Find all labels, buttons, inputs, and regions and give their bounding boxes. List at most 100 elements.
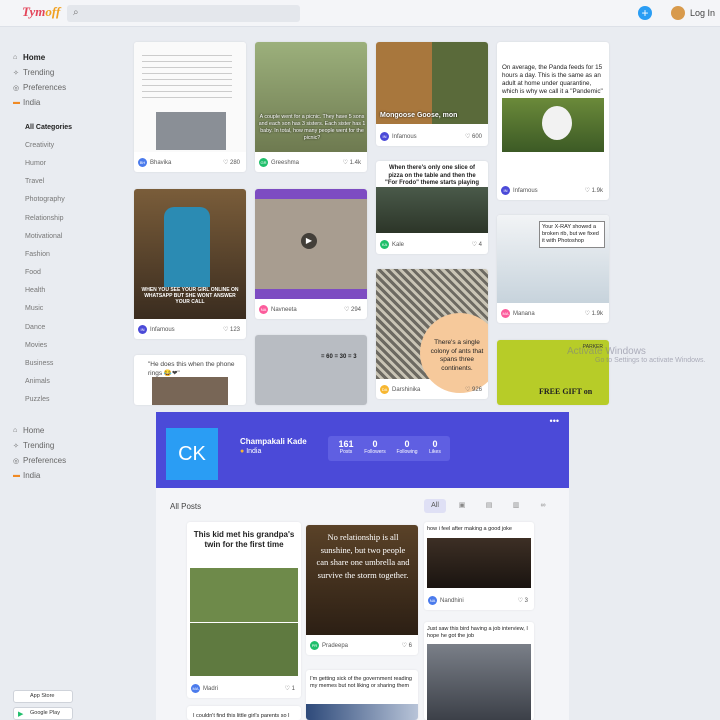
category-creativity[interactable]: Creativity — [0, 136, 88, 154]
author-name[interactable]: Navneeta — [271, 307, 297, 313]
post-caption: "He does this when the phone rings 😂❤" — [148, 361, 235, 377]
post-footer: DA Darshinika ♡ 926 — [376, 381, 488, 399]
post-card[interactable]: A couple went for a picnic. They have 5 … — [255, 42, 367, 172]
profile-location: ● India — [240, 448, 262, 455]
category-animals[interactable]: Animals — [0, 373, 88, 391]
like-count[interactable]: ♡ 123 — [223, 326, 240, 333]
search-input[interactable]: ⌕ — [67, 5, 300, 22]
trending-icon: ✧ — [13, 69, 19, 77]
sidebar-item-home[interactable]: ⌂ Home — [0, 423, 88, 438]
author-name[interactable]: Infamous — [513, 188, 538, 194]
post-card[interactable]: When there's only one slice of pizza on … — [376, 161, 488, 254]
category-food[interactable]: Food — [0, 264, 88, 282]
filter-image-icon[interactable]: ▣ — [451, 499, 473, 513]
post-card[interactable]: This kid met his grandpa's twin for the … — [187, 522, 301, 698]
post-card[interactable]: On average, the Panda feeds for 15 hours… — [497, 42, 609, 200]
post-card[interactable]: WHEN YOU SEE YOUR GIRL ONLINE ON WHATSAP… — [134, 189, 246, 339]
author-avatar: GR — [259, 158, 268, 167]
sidebar-item-home[interactable]: ⌂ Home — [0, 50, 88, 65]
post-footer: MA Manana ♡ 1.9k — [497, 305, 609, 323]
app-store-badge[interactable]: App Store — [13, 690, 73, 703]
author-name[interactable]: Bhavika — [150, 160, 171, 166]
post-card[interactable]: There's a single colony of ants that spa… — [376, 269, 488, 399]
user-avatar[interactable] — [671, 6, 685, 20]
like-count[interactable]: ♡ 600 — [465, 133, 482, 140]
stat-following[interactable]: 0 Following — [392, 439, 422, 455]
author-name[interactable]: Greeshma — [271, 160, 299, 166]
category-health[interactable]: Health — [0, 282, 88, 300]
category-music[interactable]: Music — [0, 300, 88, 318]
like-count[interactable]: ♡ 1 — [285, 685, 295, 692]
sidebar-item-india[interactable]: ▬ India — [0, 468, 88, 483]
sidebar-item-trending[interactable]: ✧ Trending — [0, 438, 88, 453]
category-motivational[interactable]: Motivational — [0, 227, 88, 245]
author-name[interactable]: Madri — [203, 686, 218, 692]
all-posts-title: All Posts — [170, 502, 202, 511]
like-count[interactable]: ♡ 1.4k — [343, 159, 361, 166]
author-name[interactable]: Manana — [513, 311, 535, 317]
author-name[interactable]: Kale — [392, 242, 404, 248]
google-play-badge[interactable]: ▶ Google Play — [13, 707, 73, 720]
post-card[interactable]: I couldn't find this little girl's paren… — [187, 706, 301, 720]
more-options-icon[interactable]: ••• — [550, 416, 559, 426]
filter-video-icon[interactable]: ▥ — [505, 499, 527, 513]
author-name[interactable]: Infamous — [392, 134, 417, 140]
filter-link-icon[interactable]: ∞ — [532, 499, 554, 513]
like-count[interactable]: ♡ 3 — [518, 597, 528, 604]
post-card[interactable]: Mongoose Goose, mon IN Infamous ♡ 600 — [376, 42, 488, 146]
post-card[interactable]: "He does this when the phone rings 😂❤" — [134, 355, 246, 405]
stat-posts[interactable]: 161 Posts — [334, 439, 358, 455]
post-image — [190, 568, 298, 676]
post-footer: IN Infamous ♡ 123 — [134, 321, 246, 339]
category-movies[interactable]: Movies — [0, 336, 88, 354]
post-caption: Mongoose Goose, mon — [380, 112, 458, 119]
author-name[interactable]: Pradeepa — [322, 643, 348, 649]
category-fashion[interactable]: Fashion — [0, 245, 88, 263]
preferences-icon: ◎ — [13, 457, 20, 465]
author-name[interactable]: Nandhini — [440, 598, 464, 604]
post-footer: IN Infamous ♡ 600 — [376, 128, 488, 146]
post-footer: GR Greeshma ♡ 1.4k — [255, 154, 367, 172]
login-link[interactable]: Log In — [690, 8, 715, 18]
post-card[interactable]: how i feel after making a good joke NA N… — [424, 522, 534, 610]
india-flag-icon: ▬ — [13, 472, 20, 479]
category-humor[interactable]: Humor — [0, 154, 88, 172]
post-card[interactable]: No relationship is all sunshine, but two… — [306, 525, 418, 655]
post-card[interactable]: ▶ NA Navneeta ♡ 294 — [255, 189, 367, 319]
filter-gif-icon[interactable]: ▤ — [478, 499, 500, 513]
post-image: Your X-RAY showed a broken rib, but we f… — [497, 215, 609, 303]
category-puzzles[interactable]: Puzzles — [0, 391, 88, 409]
category-relationship[interactable]: Relationship — [0, 209, 88, 227]
post-card[interactable]: I'm getting sick of the government readi… — [306, 670, 418, 720]
like-count[interactable]: ♡ 1.9k — [585, 310, 603, 317]
post-card[interactable]: = 60 = 30 = 3 — [255, 335, 367, 405]
category-dance[interactable]: Dance — [0, 318, 88, 336]
post-footer: IN Infamous ♡ 1.9k — [497, 182, 609, 200]
category-travel[interactable]: Travel — [0, 173, 88, 191]
sidebar-item-india[interactable]: ▬ India — [0, 95, 88, 110]
author-name[interactable]: Darshinika — [392, 387, 420, 393]
post-card[interactable]: BH Bhavika ♡ 280 — [134, 42, 246, 172]
like-count[interactable]: ♡ 4 — [472, 241, 482, 248]
stat-followers[interactable]: 0 Followers — [360, 439, 390, 455]
category-all[interactable]: All Categories — [0, 118, 88, 136]
like-count[interactable]: ♡ 6 — [402, 642, 412, 649]
post-card[interactable]: Just saw this bird having a job intervie… — [424, 622, 534, 720]
stat-likes[interactable]: 0 Likes — [424, 439, 446, 455]
sidebar-item-preferences[interactable]: ◎ Preferences — [0, 453, 88, 468]
like-count[interactable]: ♡ 280 — [223, 159, 240, 166]
like-count[interactable]: ♡ 1.9k — [585, 187, 603, 194]
add-post-button[interactable]: + — [638, 6, 652, 20]
play-icon[interactable]: ▶ — [301, 233, 317, 249]
tymoff-logo[interactable]: Tymoff — [22, 4, 60, 20]
author-name[interactable]: Infamous — [150, 327, 175, 333]
like-count[interactable]: ♡ 926 — [465, 386, 482, 393]
post-image: Mongoose Goose, mon — [376, 42, 488, 124]
category-photography[interactable]: Photography — [0, 191, 88, 209]
filter-all[interactable]: All — [424, 499, 446, 513]
like-count[interactable]: ♡ 294 — [344, 306, 361, 313]
category-business[interactable]: Business — [0, 354, 88, 372]
sidebar-item-preferences[interactable]: ◎ Preferences — [0, 80, 88, 95]
sidebar-item-trending[interactable]: ✧ Trending — [0, 65, 88, 80]
post-card[interactable]: Your X-RAY showed a broken rib, but we f… — [497, 215, 609, 323]
